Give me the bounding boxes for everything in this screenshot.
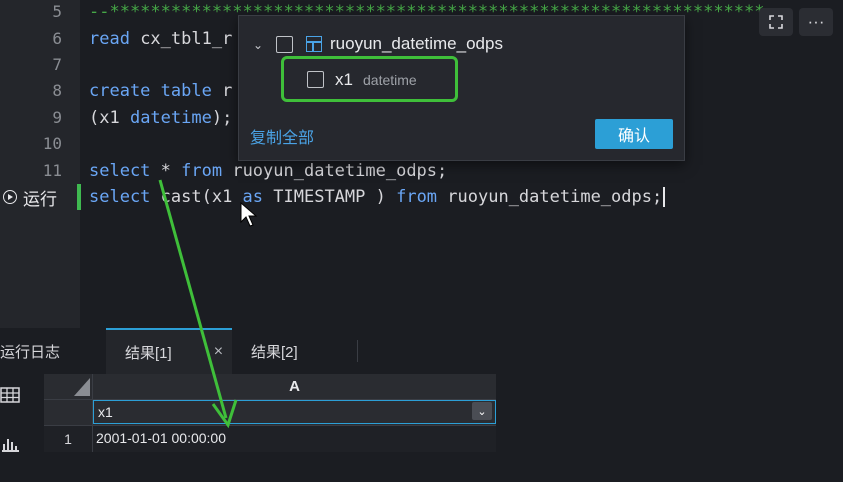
mouse-cursor-icon (240, 202, 258, 227)
text-cursor (663, 187, 666, 207)
confirm-button[interactable]: 确认 (595, 119, 673, 149)
fullscreen-button[interactable] (759, 8, 793, 36)
tab-label: 结果[1] (125, 344, 172, 362)
code-token: ); (211, 108, 233, 128)
code-line[interactable]: select * from ruoyun_datetime_odps; (89, 161, 447, 181)
chart-view-icon[interactable] (0, 436, 20, 452)
current-line-marker (77, 184, 81, 210)
tab-divider (357, 340, 358, 362)
field-type: datetime (363, 72, 417, 88)
row-index: 1 (44, 426, 93, 452)
code-line[interactable]: (x1 datetime); (89, 108, 232, 128)
line-number: 10 (42, 134, 62, 153)
expand-icon (769, 15, 783, 29)
tab-result-2[interactable]: 结果[2] (251, 328, 341, 374)
column-name-cell[interactable]: x1 ⌄ (93, 400, 496, 424)
code-token: (x1 (89, 108, 130, 128)
code-token: * (150, 161, 182, 181)
code-token: select (89, 161, 151, 181)
code-token: r (211, 81, 233, 101)
line-number: 8 (52, 81, 62, 100)
tab-result-1[interactable]: 结果[1] × (106, 328, 232, 374)
code-line[interactable]: select cast(x1 as TIMESTAMP ) from ruoyu… (89, 187, 666, 207)
result-sidebar (0, 374, 44, 482)
code-token: select (89, 187, 151, 207)
result-tabs: 运行日志 结果[1] × 结果[2] (0, 328, 843, 374)
play-icon (3, 190, 17, 204)
code-token: cast(x1 (150, 187, 243, 207)
close-icon[interactable]: × (214, 343, 223, 361)
table-name: ruoyun_datetime_odps (330, 34, 503, 53)
code-token: cx_tbl1_r (129, 29, 233, 49)
table-icon (306, 36, 322, 52)
table-view-icon[interactable] (0, 387, 20, 403)
column-header-a[interactable]: A (93, 374, 496, 399)
line-number: 9 (52, 108, 62, 127)
code-token: read (89, 29, 130, 49)
header-row: x1 ⌄ (44, 399, 496, 426)
table-checkbox[interactable] (276, 36, 293, 53)
code-token: ruoyun_datetime_odps; (222, 161, 448, 181)
row-header-blank (44, 400, 93, 426)
code-token: from (181, 161, 223, 181)
code-editor[interactable]: 5 6 7 8 9 10 11 运行 --*******************… (0, 0, 843, 328)
cell-value: 2001-01-01 00:00:00 (96, 430, 226, 446)
code-token: create table (89, 81, 212, 101)
run-label: 运行 (23, 189, 57, 209)
tab-label: 运行日志 (0, 343, 61, 361)
table-row[interactable]: 1 2001-01-01 00:00:00 (44, 425, 496, 452)
chevron-down-icon[interactable]: ⌄ (253, 38, 263, 52)
field-select-popup: ⌄ ruoyun_datetime_odps x1 datetime 复制全部 … (238, 15, 685, 161)
result-grid: A x1 ⌄ 1 2001-01-01 00:00:00 (44, 374, 496, 452)
editor-gutter: 5 6 7 8 9 10 11 运行 (0, 0, 80, 328)
tab-run-log[interactable]: 运行日志 (0, 328, 90, 374)
line-number: 11 (42, 161, 62, 180)
column-name: x1 (98, 404, 113, 420)
line-number: 6 (52, 29, 62, 48)
more-icon: ··· (807, 12, 825, 31)
code-token: datetime (129, 108, 212, 128)
grid-corner (44, 374, 93, 399)
code-token: TIMESTAMP ) (263, 187, 397, 207)
tab-label: 结果[2] (251, 343, 298, 361)
more-button[interactable]: ··· (799, 8, 833, 36)
code-line[interactable]: read cx_tbl1_r (89, 29, 232, 49)
code-token: ruoyun_datetime_odps; (437, 187, 663, 207)
code-line[interactable]: create table r (89, 81, 232, 101)
field-checkbox[interactable] (307, 71, 324, 88)
field-name: x1 (335, 70, 353, 89)
line-number: 7 (52, 55, 62, 74)
dropdown-icon[interactable]: ⌄ (472, 402, 492, 420)
line-number: 5 (52, 2, 62, 21)
copy-all-link[interactable]: 复制全部 (250, 124, 314, 148)
code-token: from (396, 187, 438, 207)
result-panel: A x1 ⌄ 1 2001-01-01 00:00:00 (0, 374, 843, 482)
run-button[interactable]: 运行 (0, 184, 80, 210)
